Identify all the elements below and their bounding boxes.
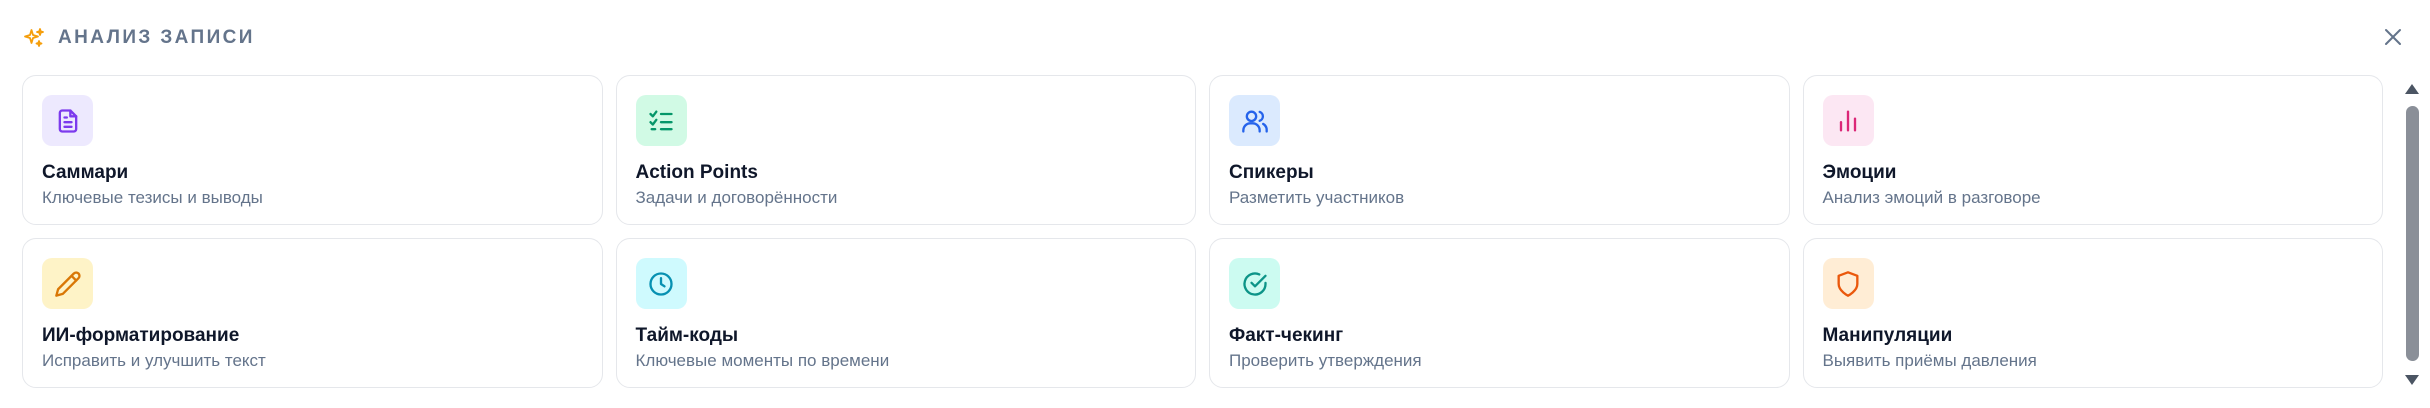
pencil-icon <box>42 258 93 309</box>
card-title: Тайм-коды <box>635 325 739 346</box>
card-subtitle: Выявить приёмы давления <box>1822 351 2037 370</box>
analysis-panel: АНАЛИЗ ЗАПИСИ Саммари Ключевые тезисы и <box>0 0 2430 408</box>
clock-icon <box>635 258 687 309</box>
card-title: Манипуляции <box>1822 325 1953 346</box>
card-emotions[interactable]: Эмоции Анализ эмоций в разговоре <box>1802 75 2383 225</box>
card-action-points[interactable]: Action Points Задачи и договорённости <box>615 75 1196 225</box>
close-icon <box>2382 26 2404 53</box>
card-title: Action Points <box>635 162 758 183</box>
card-speakers[interactable]: Спикеры Разметить участников <box>1209 75 1790 225</box>
checklist-icon <box>635 95 687 146</box>
vertical-scrollbar[interactable] <box>2402 80 2422 390</box>
card-title: Факт-чекинг <box>1229 325 1344 346</box>
card-subtitle: Разметить участников <box>1229 188 1405 207</box>
analysis-options-grid: Саммари Ключевые тезисы и выводы Action … <box>22 75 2383 388</box>
card-subtitle: Анализ эмоций в разговоре <box>1822 188 2041 207</box>
card-title: ИИ-форматирование <box>42 325 240 346</box>
card-title: Спикеры <box>1229 162 1314 183</box>
scroll-up-arrow-icon[interactable] <box>2405 84 2419 94</box>
panel-header: АНАЛИЗ ЗАПИСИ <box>22 22 255 54</box>
card-subtitle: Задачи и договорённости <box>635 188 838 207</box>
shield-icon <box>1822 258 1874 309</box>
scrollbar-thumb[interactable] <box>2406 106 2419 361</box>
card-title: Саммари <box>42 162 129 183</box>
card-timecodes[interactable]: Тайм-коды Ключевые моменты по времени <box>615 238 1196 388</box>
bar-chart-icon <box>1822 95 1874 146</box>
card-subtitle: Ключевые тезисы и выводы <box>42 188 263 207</box>
users-icon <box>1229 95 1280 146</box>
card-fact-checking[interactable]: Факт-чекинг Проверить утверждения <box>1209 238 1790 388</box>
card-subtitle: Ключевые моменты по времени <box>635 351 890 370</box>
card-title: Эмоции <box>1822 162 1897 183</box>
card-subtitle: Исправить и улучшить текст <box>42 351 266 370</box>
sparkle-icon <box>22 26 46 50</box>
scroll-down-arrow-icon[interactable] <box>2405 375 2419 385</box>
card-subtitle: Проверить утверждения <box>1229 351 1422 370</box>
card-summary[interactable]: Саммари Ключевые тезисы и выводы <box>22 75 603 225</box>
check-circle-icon <box>1229 258 1280 309</box>
card-manipulations[interactable]: Манипуляции Выявить приёмы давления <box>1802 238 2383 388</box>
panel-title: АНАЛИЗ ЗАПИСИ <box>58 27 255 48</box>
document-icon <box>42 95 93 146</box>
card-ai-formatting[interactable]: ИИ-форматирование Исправить и улучшить т… <box>22 238 603 388</box>
close-button[interactable] <box>2378 24 2408 54</box>
